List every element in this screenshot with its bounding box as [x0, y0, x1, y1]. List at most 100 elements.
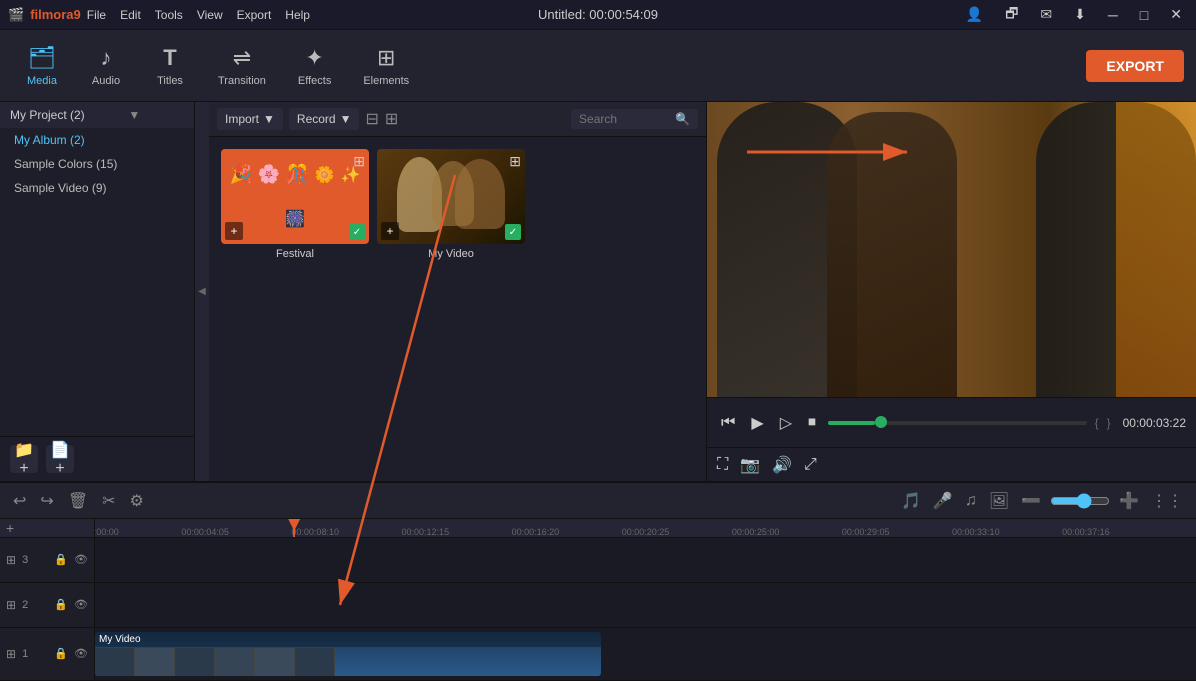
media-item-myvideo[interactable]: ⊞ + ✓ My Video [377, 149, 525, 260]
delete-button[interactable]: 🗑 [65, 488, 91, 514]
timeline-thumb [875, 416, 887, 428]
project-header[interactable]: My Project (2) ▼ [0, 102, 194, 128]
music-icon[interactable]: ♫ [962, 489, 980, 513]
festival-thumbnail[interactable]: 🎉 🌸 🎊 🌼 ✨ 🎆 ⊞ + ✓ [221, 149, 369, 244]
track3-number: 3 [22, 554, 28, 566]
add-track-button[interactable]: + [6, 520, 14, 536]
toolbar-media[interactable]: 🗂 Media [12, 39, 72, 93]
search-input[interactable] [579, 112, 669, 126]
volume-icon[interactable]: 🔊 [772, 455, 792, 475]
festival-check-badge: ✓ [349, 224, 365, 240]
audio-detect-icon[interactable]: 🎵 [898, 488, 924, 514]
toolbar-transition[interactable]: ⇌ Transition [204, 39, 280, 93]
zoom-out-icon[interactable]: ➖ [1018, 488, 1044, 514]
photo-icon[interactable]: 🖼 [986, 488, 1012, 514]
export-button[interactable]: EXPORT [1086, 50, 1184, 82]
toolbar-titles[interactable]: T Titles [140, 39, 200, 93]
search-icon[interactable]: 🔍 [675, 112, 690, 126]
menu-help[interactable]: Help [285, 8, 310, 22]
playhead[interactable] [293, 519, 295, 537]
filter-icon[interactable]: ⊟ [365, 109, 378, 129]
ruler-tick-3: 00:00:12:15 [402, 527, 450, 537]
track2-eye-icon[interactable]: 👁 [74, 598, 88, 611]
effects-label: Effects [298, 75, 331, 87]
zoom-slider[interactable] [1050, 493, 1110, 509]
menu-tools[interactable]: Tools [155, 8, 183, 22]
play-button[interactable]: ▶ [747, 411, 767, 435]
timeline-toolbar: ↩ ↪ 🗑 ✂ ⚙ 🎵 🎤 ♫ 🖼 ➖ ➕ ⋮⋮ [0, 483, 1196, 519]
clip-frame-3 [175, 648, 215, 676]
sidebar-item-sample-colors[interactable]: Sample Colors (15) [0, 152, 194, 176]
effects-icon: ✦ [305, 45, 323, 71]
close-button[interactable]: ✕ [1164, 4, 1188, 25]
bracket-close-icon: } [1107, 416, 1111, 430]
media-item-festival[interactable]: 🎉 🌸 🎊 🌼 ✨ 🎆 ⊞ + ✓ Festival [221, 149, 369, 260]
audio-label: Audio [92, 75, 120, 87]
app-title: Untitled: 00:00:54:09 [538, 7, 658, 22]
toolbar-audio[interactable]: ♪ Audio [76, 39, 136, 93]
myvideo-thumbnail[interactable]: ⊞ + ✓ [377, 149, 525, 244]
track3-eye-icon[interactable]: 👁 [74, 553, 88, 566]
layout-icon[interactable]: ⊞ [385, 109, 398, 129]
ruler-tick-6: 00:00:25:00 [732, 527, 780, 537]
record-button[interactable]: Record ▼ [289, 108, 360, 130]
redo-button[interactable]: ↪ [37, 488, 56, 514]
menu-export[interactable]: Export [237, 8, 272, 22]
preview-bottom-bar: ⛶ 📷 🔊 ⤢ [707, 447, 1196, 481]
titlebar-left: 🎬 filmora9 File Edit Tools View Export H… [8, 7, 310, 23]
camera-icon[interactable]: 📷 [740, 455, 760, 475]
titles-icon: T [163, 45, 176, 71]
store-icon[interactable]: 🗗 [999, 1, 1024, 29]
add-to-timeline-icon[interactable]: + [225, 222, 243, 240]
toolbar-effects[interactable]: ✦ Effects [284, 39, 345, 93]
track-label-2: ⊞ 2 🔒 👁 [0, 583, 94, 628]
add-myvideo-icon[interactable]: + [381, 222, 399, 240]
panel-collapse-arrow[interactable]: ◀ [195, 102, 209, 481]
track3-lock-icon[interactable]: 🔒 [54, 553, 68, 566]
zoom-in-icon[interactable]: ➕ [1116, 488, 1142, 514]
record-voice-icon[interactable]: 🎤 [930, 488, 956, 514]
project-expand-icon: ▼ [128, 108, 140, 122]
rewind-button[interactable]: ⏮ [717, 412, 739, 434]
track-row-3 [95, 538, 1196, 583]
track2-lock-icon[interactable]: 🔒 [54, 598, 68, 611]
cut-button[interactable]: ✂ [99, 488, 118, 514]
menu-edit[interactable]: Edit [120, 8, 141, 22]
play-alt-button[interactable]: ▷ [776, 411, 796, 435]
import-label: Import [225, 112, 259, 126]
app-name: filmora9 [30, 7, 81, 22]
undo-button[interactable]: ↩ [10, 488, 29, 514]
clip-frame-2 [135, 648, 175, 676]
add-file-button[interactable]: 📄+ [46, 445, 74, 473]
track1-lock-icon[interactable]: 🔒 [54, 647, 68, 660]
clip-label: My Video [95, 632, 601, 647]
timeline-options-icon[interactable]: ⋮⋮ [1148, 488, 1186, 514]
settings-button[interactable]: ⚙ [127, 488, 147, 514]
account-icon[interactable]: 👤 [960, 4, 989, 25]
preview-timeline-bar[interactable] [828, 421, 1087, 425]
download-icon[interactable]: ⬇ [1068, 4, 1092, 25]
stop-button[interactable]: ⏹ [804, 412, 820, 434]
track1-eye-icon[interactable]: 👁 [74, 647, 88, 660]
add-folder-button[interactable]: 📁+ [10, 445, 38, 473]
import-chevron-icon: ▼ [263, 112, 275, 126]
grid-view-icon2: ⊞ [509, 153, 521, 170]
fullscreen-button[interactable]: ⤢ [804, 456, 817, 474]
import-button[interactable]: Import ▼ [217, 108, 283, 130]
grid-view-icon: ⊞ [353, 153, 365, 170]
minimize-button[interactable]: ─ [1102, 5, 1124, 25]
sidebar-item-sample-video[interactable]: Sample Video (9) [0, 176, 194, 200]
clip-frame-1 [95, 648, 135, 676]
track-labels: + ⊞ 3 🔒 👁 ⊞ 2 🔒 👁 ⊞ 1 🔒 👁 [0, 519, 95, 681]
sidebar-add-buttons: 📁+ 📄+ [0, 436, 194, 481]
toolbar-elements[interactable]: ⊞ Elements [349, 39, 423, 93]
menu-file[interactable]: File [87, 8, 106, 22]
menu-view[interactable]: View [197, 8, 223, 22]
transition-label: Transition [218, 75, 266, 87]
maximize-button[interactable]: □ [1134, 5, 1154, 25]
fullscreen-icon[interactable]: ⛶ [717, 456, 728, 474]
sidebar-item-my-album[interactable]: My Album (2) [0, 128, 194, 152]
email-icon[interactable]: ✉ [1034, 4, 1058, 25]
video-scene [707, 102, 1196, 397]
video-clip-myvideo[interactable]: My Video [95, 632, 601, 676]
